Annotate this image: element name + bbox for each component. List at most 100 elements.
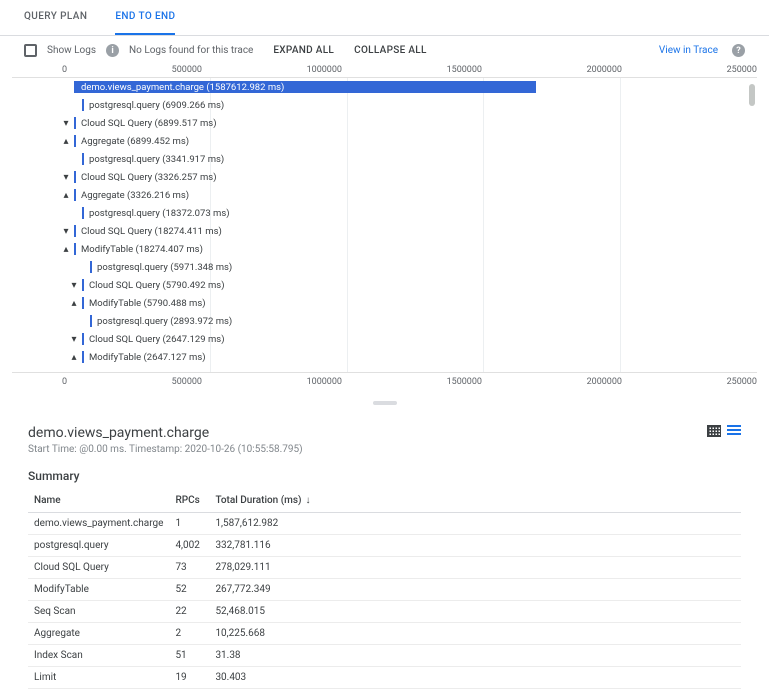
- span-bar: [74, 135, 76, 147]
- table-row[interactable]: Aggregate210,225.668: [28, 623, 741, 645]
- chevron-down-icon[interactable]: ▾: [60, 118, 72, 129]
- trace-span-row[interactable]: postgresql.query (3341.917 ms): [12, 150, 757, 168]
- chevron-up-icon[interactable]: ▴: [60, 244, 72, 255]
- chevron-down-icon[interactable]: ▾: [68, 280, 80, 291]
- summary-table: Name RPCs Total Duration (ms)↓ demo.view…: [28, 489, 741, 689]
- toolbar: Show Logs i No Logs found for this trace…: [0, 36, 769, 65]
- trace-span-row[interactable]: ▾Cloud SQL Query (6899.517 ms): [12, 114, 757, 132]
- trace-span-row[interactable]: ▾ demo.views_payment.charge (1587612.982 …: [12, 78, 757, 96]
- ruler-tick: 2000000: [587, 65, 622, 75]
- ruler-tick: 0: [62, 65, 67, 75]
- table-row[interactable]: postgresql.query4,002332,781.116: [28, 535, 741, 557]
- cell-dur: 31.38: [209, 645, 741, 667]
- span-label: demo.views_payment.charge (1587612.982 m…: [77, 82, 284, 93]
- chevron-up-icon[interactable]: ▴: [68, 352, 80, 363]
- chevron-up-icon[interactable]: ▴: [68, 298, 80, 309]
- span-bar: [74, 117, 76, 129]
- chevron-down-icon[interactable]: ▾: [60, 172, 72, 183]
- span-bar: [74, 189, 76, 201]
- trace-span-row[interactable]: ▾Cloud SQL Query (5790.492 ms): [12, 276, 757, 294]
- table-row[interactable]: Index Scan5131.38: [28, 645, 741, 667]
- trace-span-row[interactable]: ▴ModifyTable (18274.407 ms): [12, 240, 757, 258]
- cell-dur: 10,225.668: [209, 623, 741, 645]
- trace-span-row[interactable]: ▾ Cloud SQL Query (18274.411 ms): [12, 222, 757, 240]
- chevron-down-icon[interactable]: ▾: [60, 82, 72, 93]
- span-label: Aggregate (6899.452 ms): [77, 136, 189, 147]
- cell-name: demo.views_payment.charge: [28, 513, 169, 535]
- details-panel: demo.views_payment.charge Start Time: @0…: [0, 415, 769, 689]
- panel-drag-handle[interactable]: [0, 397, 769, 415]
- ruler-tick: 1000000: [307, 377, 342, 387]
- cell-dur: 332,781.116: [209, 535, 741, 557]
- trace-span-row[interactable]: postgresql.query (5971.348 ms): [12, 258, 757, 276]
- trace-span-row[interactable]: postgresql.query (18372.073 ms): [12, 204, 757, 222]
- col-header-name[interactable]: Name: [28, 489, 169, 513]
- span-bar: [82, 333, 84, 345]
- tab-end-to-end[interactable]: END TO END: [115, 0, 175, 35]
- table-row[interactable]: Cloud SQL Query73278,029.111: [28, 557, 741, 579]
- col-header-rpcs[interactable]: RPCs: [169, 489, 209, 513]
- span-label: Aggregate (3326.216 ms): [77, 190, 189, 201]
- chevron-up-icon[interactable]: ▴: [60, 136, 72, 147]
- cell-rpcs: 51: [169, 645, 209, 667]
- cell-dur: 278,029.111: [209, 557, 741, 579]
- sort-desc-icon: ↓: [306, 495, 311, 506]
- summary-heading: Summary: [28, 469, 741, 483]
- cell-name: Cloud SQL Query: [28, 557, 169, 579]
- expand-all-button[interactable]: EXPAND ALL: [273, 45, 334, 56]
- cell-dur: 30.403: [209, 667, 741, 689]
- cell-dur: 52,468.015: [209, 601, 741, 623]
- view-bars-icon[interactable]: [727, 425, 741, 437]
- cell-rpcs: 73: [169, 557, 209, 579]
- view-in-trace-link[interactable]: View in Trace: [659, 45, 718, 56]
- show-logs-checkbox[interactable]: [24, 44, 37, 57]
- cell-dur: 267,772.349: [209, 579, 741, 601]
- span-bar: [82, 153, 84, 165]
- ruler-tick: 500000: [172, 65, 202, 75]
- cell-name: Limit: [28, 667, 169, 689]
- cell-rpcs: 1: [169, 513, 209, 535]
- cell-name: Seq Scan: [28, 601, 169, 623]
- span-label: postgresql.query (6909.266 ms): [85, 100, 224, 111]
- chevron-down-icon[interactable]: ▾: [60, 226, 72, 237]
- trace-span-row[interactable]: postgresql.query (6909.266 ms): [12, 96, 757, 114]
- span-bar: [90, 261, 92, 273]
- table-row[interactable]: Limit1930.403: [28, 667, 741, 689]
- span-label: Cloud SQL Query (18274.411 ms): [77, 226, 222, 237]
- trace-span-row[interactable]: postgresql.query (2893.972 ms): [12, 312, 757, 330]
- ruler-tick: 2000000: [587, 377, 622, 387]
- span-bar: [82, 207, 84, 219]
- cell-name: postgresql.query: [28, 535, 169, 557]
- trace-viewport: 0 500000 1000000 1500000 2000000 250000 …: [0, 65, 769, 397]
- chevron-down-icon[interactable]: ▾: [68, 334, 80, 345]
- trace-span-row[interactable]: ▴ModifyTable (5790.488 ms): [12, 294, 757, 312]
- cell-rpcs: 2: [169, 623, 209, 645]
- ruler-bottom: 0 500000 1000000 1500000 2000000 250000: [12, 373, 757, 397]
- view-table-icon[interactable]: [707, 425, 721, 437]
- trace-span-row[interactable]: ▴ModifyTable (2647.127 ms): [12, 348, 757, 366]
- cell-name: Index Scan: [28, 645, 169, 667]
- span-bar: [90, 315, 92, 327]
- trace-span-row[interactable]: ▴ Aggregate (6899.452 ms): [12, 132, 757, 150]
- ruler-tick: 1000000: [307, 65, 342, 75]
- trace-span-row[interactable]: ▾Cloud SQL Query (2647.129 ms): [12, 330, 757, 348]
- table-row[interactable]: demo.views_payment.charge11,587,612.982: [28, 513, 741, 535]
- cell-dur: 1,587,612.982: [209, 513, 741, 535]
- trace-area[interactable]: ▾ demo.views_payment.charge (1587612.982 …: [12, 77, 757, 373]
- details-subtitle: Start Time: @0.00 ms. Timestamp: 2020-10…: [28, 444, 303, 455]
- ruler-tick: 250000: [727, 65, 757, 75]
- tab-query-plan[interactable]: QUERY PLAN: [24, 0, 87, 35]
- trace-span-row[interactable]: ▾Cloud SQL Query (3326.257 ms): [12, 168, 757, 186]
- span-label: postgresql.query (3341.917 ms): [85, 154, 224, 165]
- trace-span-row[interactable]: ▴ Aggregate (3326.216 ms): [12, 186, 757, 204]
- chevron-up-icon[interactable]: ▴: [60, 190, 72, 201]
- collapse-all-button[interactable]: COLLAPSE ALL: [354, 45, 427, 56]
- ruler-tick: 250000: [727, 377, 757, 387]
- info-icon: ?: [732, 44, 745, 57]
- table-row[interactable]: ModifyTable52267,772.349: [28, 579, 741, 601]
- table-row[interactable]: Seq Scan2252,468.015: [28, 601, 741, 623]
- span-bar: [74, 171, 76, 183]
- ruler-tick: 1500000: [447, 65, 482, 75]
- col-header-duration[interactable]: Total Duration (ms)↓: [209, 489, 741, 513]
- tabs-bar: QUERY PLAN END TO END: [0, 0, 769, 36]
